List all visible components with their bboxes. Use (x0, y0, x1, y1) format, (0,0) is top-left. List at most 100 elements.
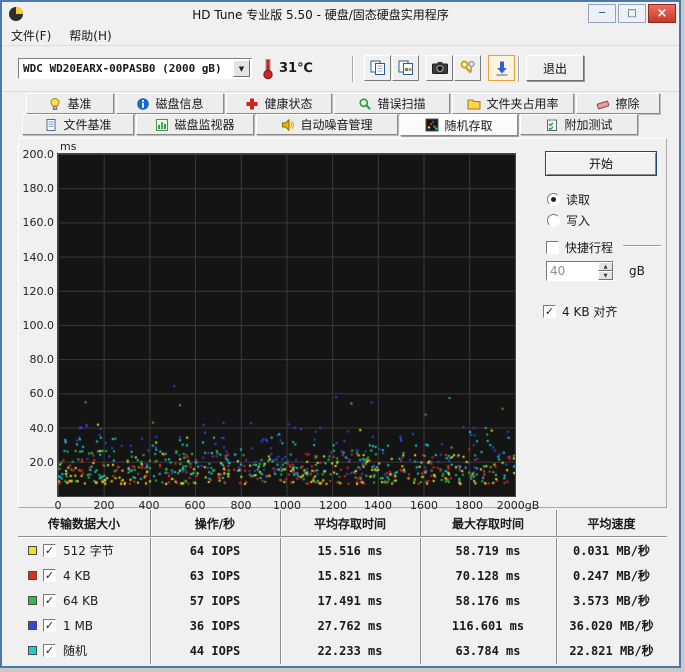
read-radio[interactable] (547, 193, 560, 206)
tab-label: 基准 (67, 97, 92, 111)
check-icon: ✓ (544, 304, 555, 318)
table-row: ✓ 4 KB 63 IOPS 15.821 ms 70.128 ms 0.247… (18, 563, 667, 588)
health-cross-icon (246, 98, 258, 109)
tab-random-access[interactable]: 随机存取 (400, 114, 518, 136)
tab-health[interactable]: 健康状态 (226, 93, 332, 114)
max-access-value: 116.601 ms (451, 618, 525, 633)
exit-button[interactable]: 退出 (526, 55, 584, 81)
tab-label: 擦除 (615, 97, 640, 111)
eraser-icon (597, 100, 610, 109)
max-access-value: 63.784 ms (455, 643, 521, 658)
align-option[interactable]: ✓ 4 KB 对齐 (543, 303, 617, 320)
copy-text-button[interactable] (364, 55, 391, 81)
short-stroke-checkbox[interactable] (546, 241, 559, 254)
tab-erase[interactable]: 擦除 (576, 93, 660, 114)
tab-benchmark[interactable]: 基准 (26, 93, 114, 114)
titlebar: HD Tune 专业版 5.50 - 硬盘/固态硬盘实用程序 ─ □ × (2, 2, 679, 26)
screenshot-button[interactable] (426, 55, 453, 81)
drive-select[interactable]: WDC WD20EARX-00PASB0 (2000 gB) ▼ (18, 58, 252, 79)
col-header-avg-access: 平均存取时间 (313, 516, 386, 531)
speaker-icon (282, 118, 295, 131)
temperature-value: 31℃ (279, 61, 313, 76)
series-color-swatch (28, 571, 37, 580)
avg-access-value: 15.821 ms (317, 568, 383, 583)
toolbar-separator (352, 56, 354, 82)
avg-speed-value: 22.821 MB/秒 (569, 644, 654, 658)
col-header-transfer-size: 传输数据大小 (47, 516, 120, 531)
tab-extra-tests[interactable]: 附加测试 (520, 114, 638, 135)
series-random-checkbox[interactable]: ✓ (43, 644, 56, 657)
series-color-swatch (28, 546, 37, 555)
drive-select-value: WDC WD20EARX-00PASB0 (2000 gB) (23, 62, 222, 75)
tab-label: 磁盘信息 (155, 97, 204, 111)
iops-value: 64 IOPS (189, 543, 241, 558)
col-header-max-access: 最大存取时间 (451, 516, 524, 531)
series-512b-checkbox[interactable]: ✓ (43, 544, 56, 557)
maximize-button[interactable]: □ (618, 4, 646, 23)
table-row: ✓ 随机 44 IOPS 22.233 ms 63.784 ms 22.821 … (18, 638, 667, 663)
max-access-value: 70.128 ms (455, 568, 521, 583)
menubar: 文件(F) 帮助(H) (2, 26, 679, 46)
tab-label: 文件夹占用率 (486, 97, 559, 111)
series-4kb-checkbox[interactable]: ✓ (43, 569, 56, 582)
align-label: 4 KB 对齐 (562, 305, 618, 319)
spin-up-button[interactable]: ▲ (598, 262, 613, 271)
copy-icon (370, 60, 385, 75)
tab-folder-usage[interactable]: 文件夹占用率 (452, 93, 574, 114)
y-tick: 40.0 (29, 422, 55, 435)
iops-value: 36 IOPS (189, 618, 241, 633)
results-table: 传输数据大小 操作/秒 平均存取时间 最大存取时间 平均速度 ✓ 512 字节 … (18, 510, 667, 664)
iops-value: 57 IOPS (189, 593, 241, 608)
avg-speed-value: 0.031 MB/秒 (572, 544, 651, 558)
info-icon (137, 97, 150, 110)
tab-error-scan[interactable]: 错误扫描 (334, 93, 450, 114)
close-button[interactable]: × (648, 4, 676, 23)
dropdown-arrow-icon[interactable]: ▼ (233, 60, 250, 77)
disk-monitor-icon (156, 118, 169, 131)
y-tick: 160.0 (22, 216, 55, 229)
tab-label: 自动噪音管理 (300, 118, 373, 132)
avg-access-value: 15.516 ms (317, 543, 383, 558)
max-access-value: 58.719 ms (455, 543, 521, 558)
options-button[interactable] (454, 55, 481, 81)
y-tick: 100.0 (22, 319, 55, 332)
check-icon: ✓ (44, 643, 55, 657)
menu-file[interactable]: 文件(F) (2, 25, 60, 46)
start-button[interactable]: 开始 (545, 151, 657, 176)
tab-file-benchmark[interactable]: 文件基准 (22, 114, 134, 135)
copy-image-button[interactable] (392, 55, 419, 81)
capacity-input-group: ▲ ▼ (546, 261, 614, 281)
capacity-unit-label: gB (629, 264, 645, 278)
scatter-plot (57, 153, 516, 497)
window-controls: ─ □ × (588, 4, 676, 23)
series-1mb-checkbox[interactable]: ✓ (43, 619, 56, 632)
keys-icon (460, 60, 475, 74)
tab-row-1: 基准 磁盘信息 健康状态 错误扫描 文件夹占用率 擦除 (26, 93, 660, 114)
capacity-input[interactable] (547, 262, 598, 280)
tab-label: 文件基准 (63, 118, 112, 132)
capacity-stepper: ▲ ▼ (598, 262, 613, 280)
magnifier-icon (359, 97, 372, 110)
file-benchmark-icon (46, 118, 56, 131)
max-access-value: 58.176 ms (455, 593, 521, 608)
tab-disk-info[interactable]: 磁盘信息 (116, 93, 224, 114)
tab-disk-monitor[interactable]: 磁盘监视器 (136, 114, 254, 135)
minimize-button[interactable]: ─ (588, 4, 616, 23)
iops-value: 44 IOPS (189, 643, 241, 658)
check-icon: ✓ (44, 593, 55, 607)
write-radio[interactable] (547, 214, 560, 227)
hd-tune-window: HD Tune 专业版 5.50 - 硬盘/固态硬盘实用程序 ─ □ × 文件(… (0, 0, 681, 668)
tab-label: 错误扫描 (377, 97, 426, 111)
save-results-button[interactable] (488, 55, 515, 81)
tab-aam[interactable]: 自动噪音管理 (256, 114, 398, 135)
write-radio-option[interactable]: 写入 (547, 212, 590, 229)
menu-help[interactable]: 帮助(H) (60, 25, 120, 46)
copy-image-icon (398, 60, 413, 75)
series-64kb-checkbox[interactable]: ✓ (43, 594, 56, 607)
read-radio-option[interactable]: 读取 (547, 191, 590, 208)
short-stroke-option[interactable]: 快捷行程 (546, 239, 613, 256)
tab-label: 随机存取 (444, 118, 493, 133)
camera-icon (431, 62, 448, 74)
spin-down-button[interactable]: ▼ (598, 271, 613, 280)
align-4kb-checkbox[interactable]: ✓ (543, 305, 556, 318)
